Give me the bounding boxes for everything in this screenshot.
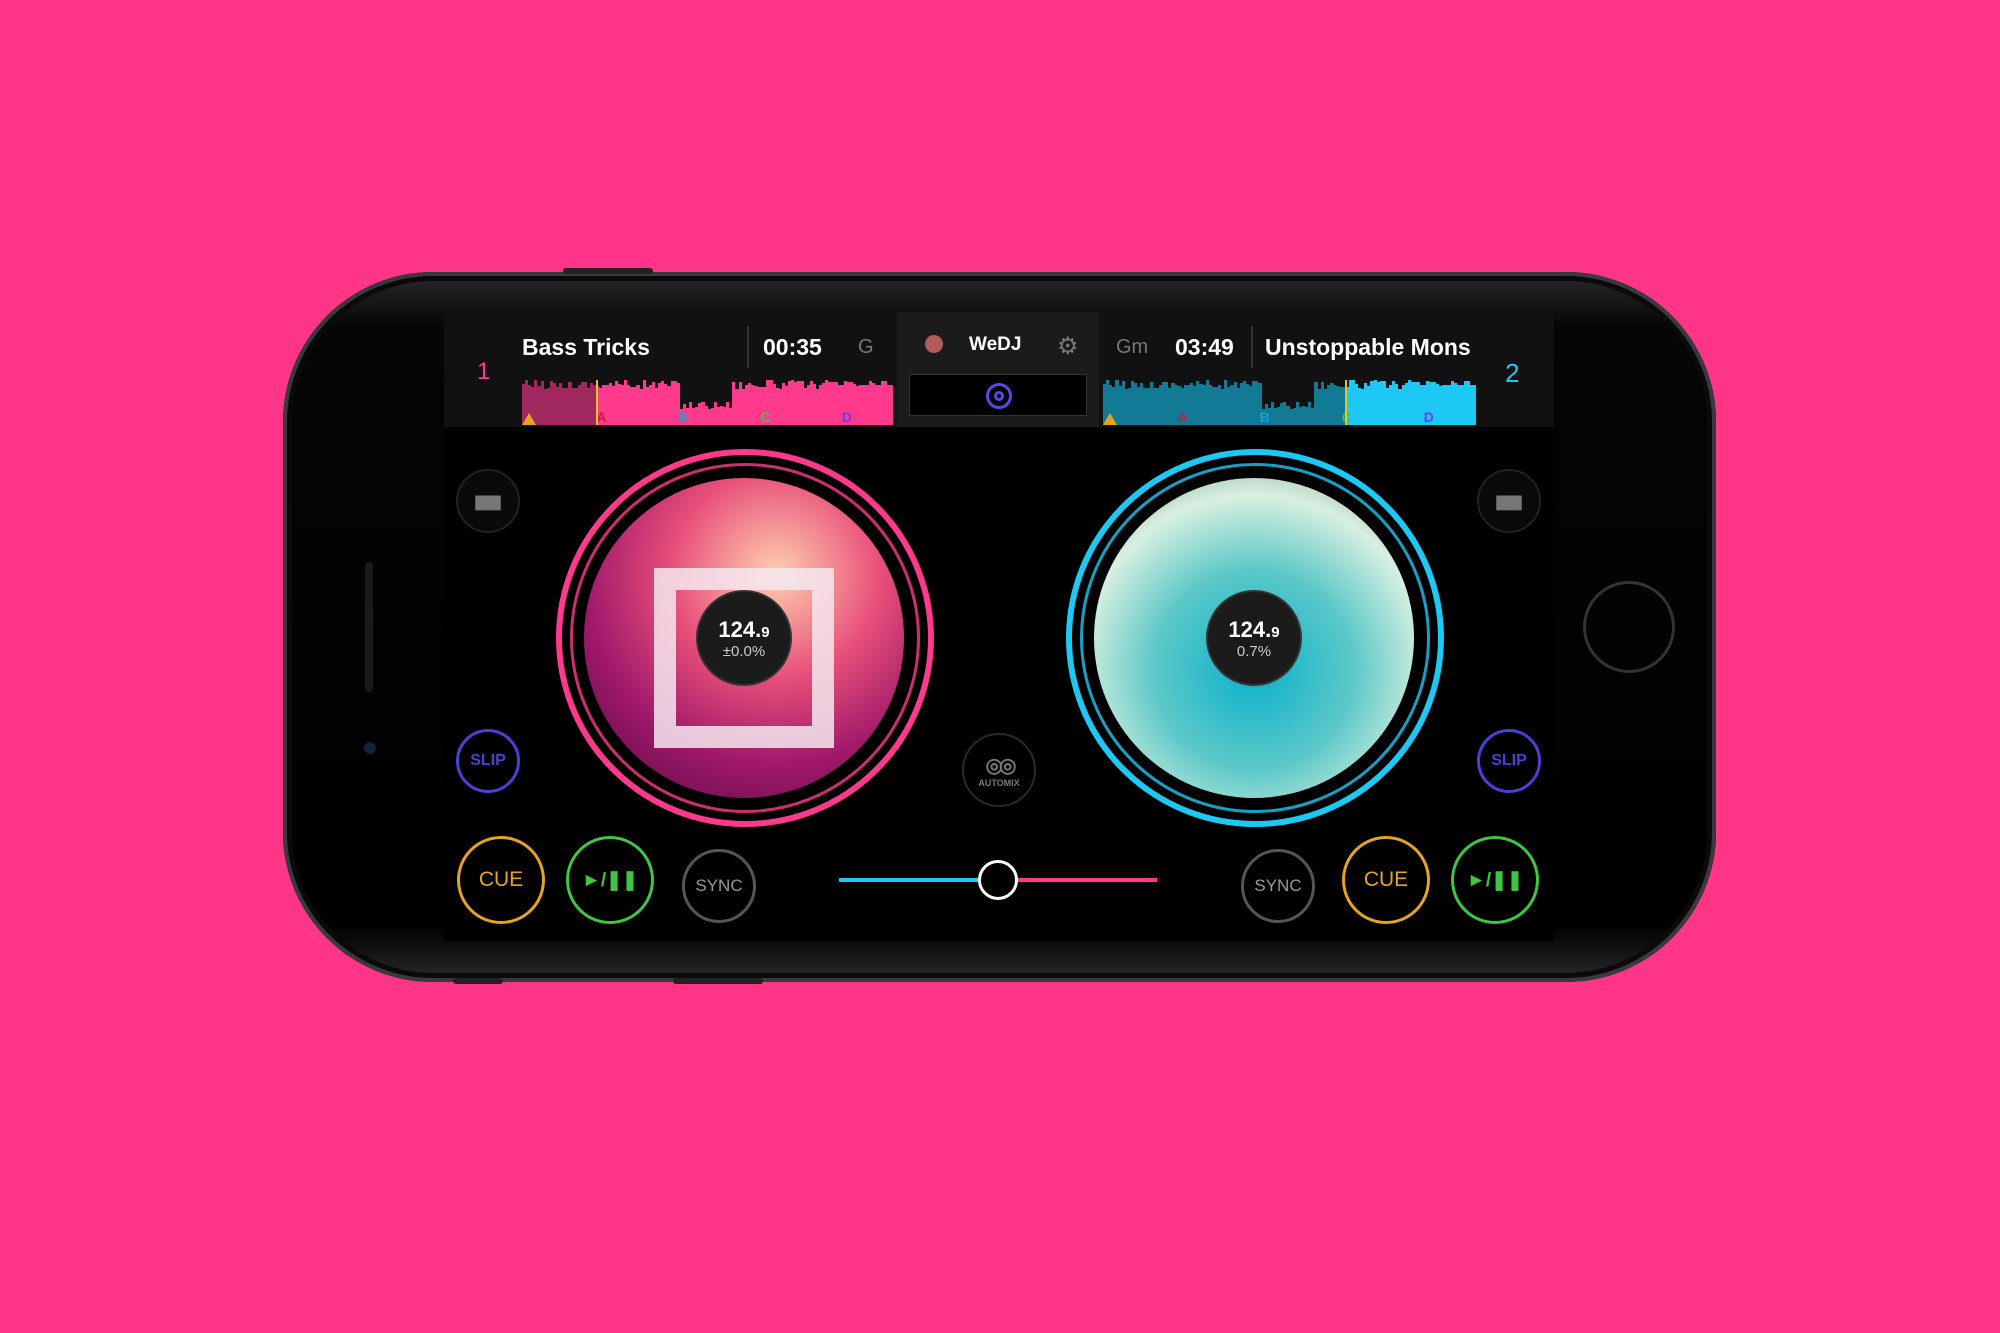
camera — [364, 742, 376, 754]
deck2-number: 2 — [1505, 358, 1520, 388]
deck2-bpm-display: 124.9 0.7% — [1206, 590, 1302, 686]
deck1-number: 1 — [477, 358, 491, 385]
hot-cue-marker[interactable]: A — [1178, 409, 1188, 425]
deck2-bpm-decimal: 9 — [1271, 623, 1280, 641]
automix-label: AUTOMIX — [978, 777, 1020, 788]
automix-icon: ◎◎ — [985, 754, 1017, 777]
volume-button — [453, 978, 503, 984]
deck2-play-pause-button[interactable]: ►/❚❚ — [1451, 836, 1539, 924]
cue-point-icon — [1103, 413, 1117, 425]
automix-button[interactable]: ◎◎ AUTOMIX — [962, 733, 1036, 807]
deck2-bpm: 124. — [1228, 616, 1272, 642]
waveform-bar — [890, 384, 894, 425]
panel-toggle-icon: ▆▆ — [475, 493, 501, 510]
divider — [1251, 326, 1253, 368]
deck2-slip-button[interactable]: SLIP — [1477, 729, 1541, 793]
deck1-bpm-display: 124.9 ±0.0% — [696, 590, 792, 686]
hot-cue-marker[interactable]: C — [760, 409, 770, 425]
gear-icon[interactable]: ⚙ — [1057, 332, 1079, 361]
deck1-time: 00:35 — [763, 334, 822, 360]
app-name: WeDJ — [969, 334, 1022, 355]
hot-cue-marker[interactable]: B — [1260, 409, 1270, 425]
deck2-title[interactable]: Unstoppable Mons — [1265, 334, 1475, 361]
deck2-pitch: 0.7% — [1236, 642, 1272, 660]
deck2-time: 03:49 — [1175, 334, 1234, 360]
deck1-bpm-decimal: 9 — [761, 623, 770, 641]
deck2-cue-button[interactable]: CUE — [1342, 836, 1430, 924]
browse-target-icon — [986, 383, 1012, 409]
deck1-key: G — [858, 336, 874, 358]
playhead — [596, 380, 599, 425]
center-panel: WeDJ ⚙ — [897, 312, 1099, 427]
hot-cue-marker[interactable]: D — [1424, 409, 1434, 425]
deck2-sync-button[interactable]: SYNC — [1241, 849, 1315, 923]
deck1-sync-button[interactable]: SYNC — [682, 849, 756, 923]
deck1-title[interactable]: Bass Tricks — [522, 334, 650, 361]
speaker-grille — [365, 562, 373, 692]
deck2-view-toggle[interactable]: ▆▆ — [1477, 469, 1541, 533]
deck2-key: Gm — [1116, 336, 1149, 358]
deck1-view-toggle[interactable]: ▆▆ — [456, 469, 520, 533]
cue-point-icon — [522, 413, 536, 425]
browse-button[interactable] — [909, 374, 1087, 416]
playhead — [1345, 380, 1348, 425]
crossfader-knob[interactable] — [978, 860, 1018, 900]
app-screen: 1 Bass Tricks 00:35 G A B C D WeDJ ⚙ Gm 03:… — [444, 312, 1554, 941]
deck1-cue-button[interactable]: CUE — [457, 836, 545, 924]
home-button[interactable] — [1583, 581, 1675, 673]
record-dot-icon[interactable] — [925, 335, 943, 353]
deck2-waveform[interactable]: ABCD — [1103, 380, 1476, 425]
hot-cue-marker[interactable]: B — [678, 409, 688, 425]
waveform-bar — [1473, 384, 1476, 425]
deck1-slip-button[interactable]: SLIP — [456, 729, 520, 793]
deck1-bpm: 124. — [718, 616, 762, 642]
divider — [747, 326, 749, 368]
hot-cue-marker[interactable]: D — [842, 409, 852, 425]
deck1-play-pause-button[interactable]: ►/❚❚ — [566, 836, 654, 924]
volume-button — [673, 978, 763, 984]
panel-toggle-icon: ▆▆ — [1496, 493, 1522, 510]
header: 1 Bass Tricks 00:35 G A B C D WeDJ ⚙ Gm 03:… — [444, 312, 1554, 427]
deck1-pitch: ±0.0% — [722, 642, 766, 660]
deck1-waveform[interactable]: ABCD — [522, 380, 894, 425]
power-button — [563, 268, 653, 274]
